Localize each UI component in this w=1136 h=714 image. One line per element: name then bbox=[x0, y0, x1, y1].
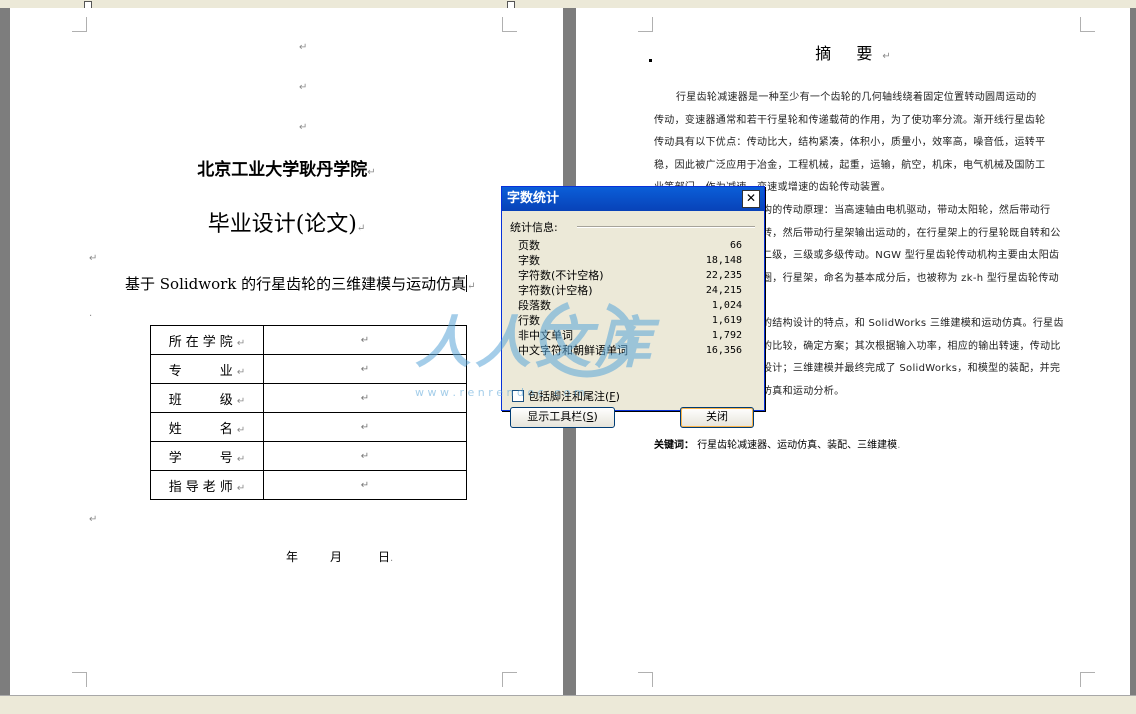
table-label-cell[interactable]: 指导老师↵ bbox=[150, 470, 264, 500]
text-line: 稳，因此被广泛应用于冶金，工程机械，起重，运输，航空，机床，电气机械及国防工 bbox=[654, 159, 1046, 171]
page-corner-mark bbox=[502, 672, 517, 687]
word-count-dialog[interactable]: 字数统计 ✕ 统计信息: 页数 66 字数 18,148 字符数(不计空格) 22,2… bbox=[501, 186, 765, 428]
abstract-title: 摘 要↵ bbox=[815, 44, 891, 63]
statistics-group-label: 统计信息: bbox=[510, 221, 558, 234]
page-corner-mark bbox=[72, 17, 87, 32]
school-name: 北京工业大学耿丹学院↵ bbox=[197, 160, 376, 180]
text-line: 的比较，确定方案；其次根据输入功率，相应的输出转速，传动比 bbox=[762, 340, 1061, 352]
text-line: 转，然后带动行星架输出运动的，在行星架上的行星轮既自转和公 bbox=[762, 227, 1061, 239]
paragraph-mark: . bbox=[89, 308, 93, 319]
stat-row-non-chinese-words: 非中文单词 1,792 bbox=[518, 329, 742, 342]
table-value-cell[interactable]: ↵ bbox=[263, 441, 467, 471]
text-line: 设计；三维建模并最终完成了 SolidWorks，和模型的装配，并完 bbox=[762, 363, 1061, 374]
stat-row-pages: 页数 66 bbox=[518, 239, 742, 252]
statistics-list: 页数 66 字数 18,148 字符数(不计空格) 22,235 字符数(计空格) 24… bbox=[518, 238, 742, 358]
table-label-cell[interactable]: 姓 名↵ bbox=[150, 412, 264, 442]
student-info-table: 所在学院↵ ↵ 专 业↵ ↵ 班 级↵ ↵ 姓 名↵ ↵ 学 号↵ ↵ 指导老师↵ ↵ bbox=[150, 325, 467, 500]
stat-row-lines: 行数 1,619 bbox=[518, 314, 742, 327]
table-row: 班 级↵ ↵ bbox=[150, 383, 467, 413]
page-corner-mark bbox=[638, 17, 653, 32]
table-row: 姓 名↵ ↵ bbox=[150, 412, 467, 442]
workspace-gutter bbox=[0, 8, 10, 695]
workspace-gutter bbox=[1130, 8, 1136, 695]
table-value-cell[interactable]: ↵ bbox=[263, 412, 467, 442]
page-corner-mark bbox=[502, 17, 517, 32]
page-corner-mark bbox=[638, 672, 653, 687]
include-footnotes-checkbox[interactable]: 包括脚注和尾注(F) bbox=[512, 388, 620, 404]
text-line: 构的传动原理：当高速轴由电机驱动，带动太阳轮，然后带动行 bbox=[762, 205, 1051, 216]
stat-row-chars-no-spaces: 字符数(不计空格) 22,235 bbox=[518, 269, 742, 282]
stat-row-words: 字数 18,148 bbox=[518, 254, 742, 267]
paragraph-mark: ↵ bbox=[89, 253, 98, 264]
paragraph-mark: ↵ bbox=[299, 82, 308, 93]
stat-row-paragraphs: 段落数 1,024 bbox=[518, 299, 742, 312]
keywords-line: 关键词： 行星齿轮减速器、运动仿真、装配、三维建模. bbox=[654, 440, 901, 451]
status-bar bbox=[0, 695, 1136, 714]
abstract-paragraph-3: 的结构设计的特点，和 SolidWorks 三维建模和运动仿真。行星齿 的比较，… bbox=[762, 313, 1078, 403]
text-line: 二级，三级或多级传动。NGW 型行星齿轮传动机构主要由太阳齿 bbox=[762, 250, 1060, 261]
table-row: 专 业↵ ↵ bbox=[150, 354, 467, 384]
abstract-paragraph-2: 构的传动原理：当高速轴由电机驱动，带动太阳轮，然后带动行 转，然后带动行星架输出… bbox=[762, 200, 1078, 290]
show-toolbar-button[interactable]: 显示工具栏(S) bbox=[510, 407, 615, 428]
table-label-cell[interactable]: 专 业↵ bbox=[150, 354, 264, 384]
dialog-title-bar[interactable]: 字数统计 ✕ bbox=[502, 187, 764, 211]
page-corner-mark bbox=[72, 672, 87, 687]
close-button[interactable]: 关闭 bbox=[680, 407, 754, 428]
text-line: 行星齿轮减速器是一种至少有一个齿轮的几何轴线绕着固定位置转动圆周运动的 bbox=[676, 92, 1037, 103]
table-value-cell[interactable]: ↵ bbox=[263, 325, 467, 355]
table-label-cell[interactable]: 学 号↵ bbox=[150, 441, 264, 471]
thesis-type-title: 毕业设计(论文)↵ bbox=[207, 212, 366, 237]
table-row: 学 号↵ ↵ bbox=[150, 441, 467, 471]
text-line: 仿真和运动分析。 bbox=[762, 385, 845, 397]
paragraph-mark: ↵ bbox=[89, 514, 98, 525]
stat-row-chinese-chars: 中文字符和朝鲜语单词 16,356 bbox=[518, 344, 742, 357]
text-line: 传动具有以下优点：传动比大，结构紧凑，体积小，质量小，效率高，噪音低，运转平 bbox=[654, 137, 1046, 148]
document-page-cover[interactable]: ↵ ↵ ↵ ↵ . ↵ 北京工业大学耿丹学院↵ 毕业设计(论文)↵ 基于 Sol… bbox=[10, 8, 563, 695]
text-line: 传动，变速器通常和若干行星轮和传递载荷的作用，为了使功率分流。渐开线行星齿轮 bbox=[654, 114, 1046, 126]
paragraph-mark: ↵ bbox=[299, 122, 308, 133]
bullet-mark bbox=[649, 59, 652, 62]
checkbox-box[interactable] bbox=[512, 390, 524, 402]
table-value-cell[interactable]: ↵ bbox=[263, 383, 467, 413]
stat-row-chars-with-spaces: 字符数(计空格) 24,215 bbox=[518, 284, 742, 297]
table-value-cell[interactable]: ↵ bbox=[263, 354, 467, 384]
close-icon[interactable]: ✕ bbox=[742, 190, 760, 208]
paragraph-mark: ↵ bbox=[299, 42, 308, 53]
table-row: 指导老师↵ ↵ bbox=[150, 470, 467, 500]
table-row: 所在学院↵ ↵ bbox=[150, 325, 467, 355]
table-value-cell[interactable]: ↵ bbox=[263, 470, 467, 500]
date-line: 年月日. bbox=[286, 550, 394, 564]
thesis-topic: 基于 Solidwork 的行星齿轮的三维建模与运动仿真↵ bbox=[125, 275, 476, 293]
dialog-title: 字数统计 bbox=[507, 191, 560, 206]
abstract-paragraph-1: 行星齿轮减速器是一种至少有一个齿轮的几何轴线绕着固定位置转动圆周运动的 传动，变… bbox=[654, 87, 1078, 200]
table-label-cell[interactable]: 所在学院↵ bbox=[150, 325, 264, 355]
page-corner-mark bbox=[1080, 672, 1095, 687]
text-line: 的结构设计的特点，和 SolidWorks 三维建模和运动仿真。行星齿 bbox=[762, 318, 1064, 329]
page-corner-mark bbox=[1080, 17, 1095, 32]
table-label-cell[interactable]: 班 级↵ bbox=[150, 383, 264, 413]
text-line: 圈，行星架，命名为基本成分后，也被称为 zk-h 型行星齿轮传动 bbox=[762, 272, 1059, 284]
group-divider bbox=[577, 226, 755, 228]
